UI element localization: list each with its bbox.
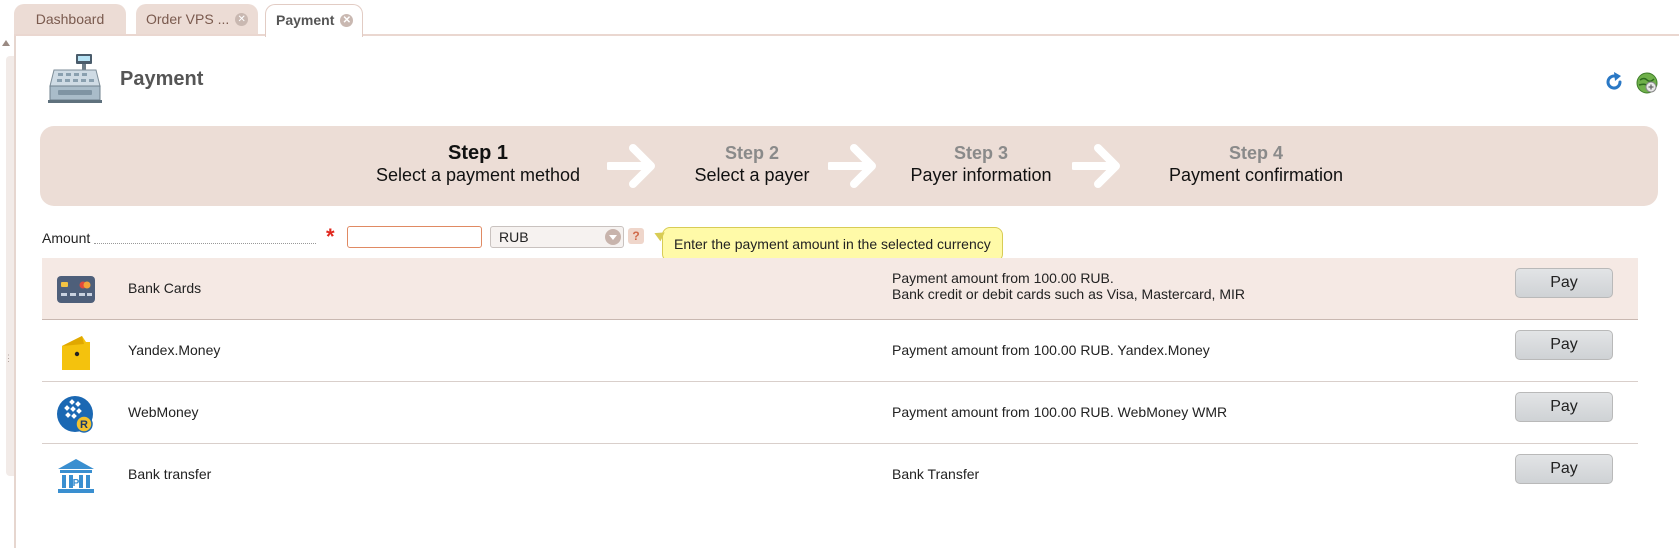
- step-number: Step 2: [724, 143, 780, 163]
- list-item[interactable]: P Bank transfer Bank Transfer Pay: [42, 444, 1638, 505]
- method-name: WebMoney: [128, 404, 199, 420]
- arrow-right-icon: [607, 144, 655, 188]
- amount-tooltip: Enter the payment amount in the selected…: [662, 227, 1003, 262]
- description-line: Payment amount from 100.00 RUB.: [892, 270, 1114, 286]
- grip-icon[interactable]: ⋮: [4, 354, 13, 363]
- wizard-steps: Step 1 Select a payment method Step 2 Se…: [40, 126, 1658, 206]
- step-label: Select a payment method: [375, 165, 581, 185]
- svg-text:P: P: [73, 478, 80, 489]
- currency-value: RUB: [499, 229, 529, 245]
- description-line: Payment amount from 100.00 RUB. WebMoney…: [892, 404, 1228, 420]
- side-panel-rail: ⋮: [0, 36, 16, 548]
- close-icon[interactable]: ✕: [235, 12, 249, 26]
- page-title: Payment: [120, 68, 204, 90]
- step-3: Step 3 Payer information: [891, 142, 1071, 186]
- method-name: Bank transfer: [128, 466, 212, 482]
- tab-payment[interactable]: Payment ✕: [265, 4, 363, 37]
- step-number: Step 4: [1228, 143, 1284, 163]
- method-name: Bank Cards: [128, 280, 202, 296]
- arrow-right-icon: [828, 144, 876, 188]
- refresh-icon[interactable]: [1604, 72, 1624, 92]
- cash-register-icon: [48, 54, 102, 103]
- tab-order-vps[interactable]: Order VPS ... ✕: [136, 4, 258, 35]
- pay-button[interactable]: Pay: [1515, 454, 1613, 484]
- arrow-right-icon: [1072, 144, 1120, 188]
- amount-input[interactable]: [347, 226, 482, 248]
- amount-label: Amount: [42, 230, 91, 246]
- list-item[interactable]: R WebMoney Payment amount from 100.00 RU…: [42, 382, 1638, 444]
- step-label: Select a payer: [694, 165, 810, 185]
- tab-label: Dashboard: [35, 11, 105, 27]
- svg-text:R: R: [80, 419, 88, 431]
- list-item[interactable]: Yandex.Money Payment amount from 100.00 …: [42, 320, 1638, 382]
- list-item[interactable]: Bank Cards Payment amount from 100.00 RU…: [42, 258, 1638, 320]
- step-number: Step 1: [447, 142, 509, 164]
- close-icon[interactable]: ✕: [340, 13, 354, 27]
- description-line: Bank Transfer: [892, 466, 980, 482]
- tab-label: Payment: [276, 12, 335, 28]
- pay-button[interactable]: Pay: [1515, 392, 1613, 422]
- bank-building-icon: P: [58, 459, 94, 493]
- required-mark: *: [326, 224, 335, 249]
- panel-resize-handle[interactable]: [6, 56, 14, 476]
- yandex-money-icon: [62, 336, 90, 370]
- tab-label: Order VPS ...: [146, 11, 230, 27]
- webmoney-icon: R: [57, 396, 93, 433]
- step-4: Step 4 Payment confirmation: [1136, 142, 1376, 186]
- help-icon[interactable]: ?: [628, 228, 644, 244]
- method-description: Bank Transfer: [892, 466, 979, 482]
- method-description: Payment amount from 100.00 RUB. Bank cre…: [892, 270, 1245, 302]
- pay-button[interactable]: Pay: [1515, 268, 1613, 298]
- bank-card-icon: [57, 276, 95, 303]
- method-description: Payment amount from 100.00 RUB. Yandex.M…: [892, 342, 1210, 358]
- payment-methods-list: Bank Cards Payment amount from 100.00 RU…: [42, 258, 1638, 505]
- step-label: Payer information: [910, 165, 1052, 185]
- step-2: Step 2 Select a payer: [672, 142, 832, 186]
- description-line: Bank credit or debit cards such as Visa,…: [892, 286, 1245, 302]
- method-description: Payment amount from 100.00 RUB. WebMoney…: [892, 404, 1227, 420]
- method-name: Yandex.Money: [128, 342, 221, 358]
- currency-select[interactable]: RUB: [490, 226, 624, 248]
- pay-button[interactable]: Pay: [1515, 330, 1613, 360]
- tab-dashboard[interactable]: Dashboard: [14, 4, 126, 35]
- chevron-down-icon[interactable]: [605, 229, 621, 245]
- globe-icon[interactable]: [1636, 72, 1658, 94]
- label-leader: [94, 243, 316, 244]
- step-label: Payment confirmation: [1168, 165, 1344, 185]
- step-number: Step 3: [953, 143, 1009, 163]
- description-line: Payment amount from 100.00 RUB. Yandex.M…: [892, 342, 1210, 358]
- scroll-up-icon[interactable]: [2, 40, 10, 46]
- tab-bar: Dashboard Order VPS ... ✕ Payment ✕: [0, 0, 1679, 37]
- step-1: Step 1 Select a payment method: [368, 142, 588, 186]
